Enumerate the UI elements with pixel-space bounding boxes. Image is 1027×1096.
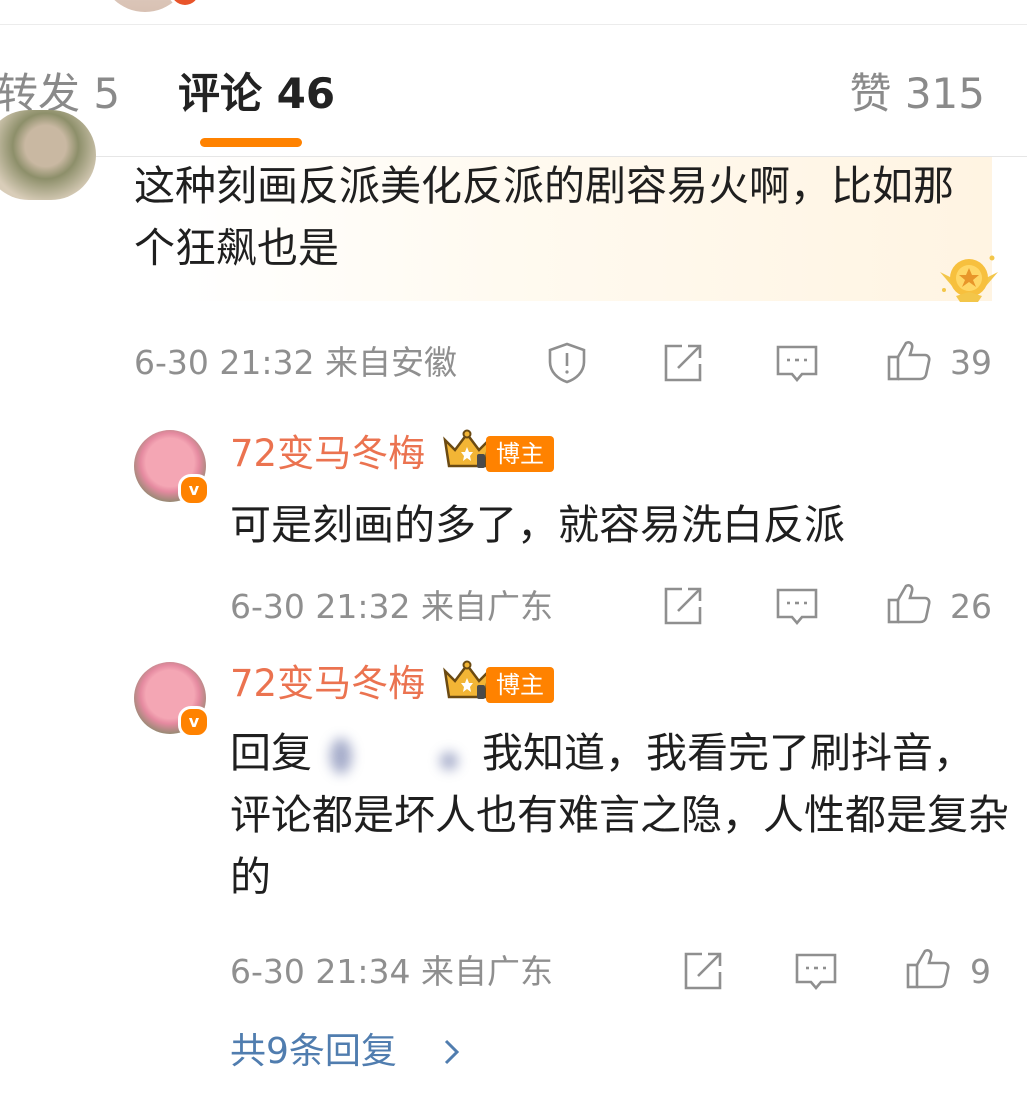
chevron-right-icon[interactable] (440, 1035, 464, 1069)
report-icon[interactable] (544, 340, 590, 386)
previous-post-badge (168, 0, 202, 8)
active-tab-indicator (200, 138, 302, 147)
reply-icon[interactable] (774, 340, 820, 386)
verified-badge: v (178, 706, 210, 738)
reply-icon[interactable] (793, 948, 839, 994)
medal-icon (940, 255, 998, 302)
like-count: 39 (950, 343, 992, 382)
comment-text: 这种刻画反派美化反派的剧容易火啊，比如那个狂飙也是 (134, 162, 954, 272)
reply-author-name[interactable]: 72变马冬梅 (230, 662, 425, 706)
reply-text: 回复 我知道，我看完了刷抖音，评论都是坏人也有难言之隐，人性都是复杂的 (230, 722, 1010, 908)
view-more-replies-link[interactable]: 共9条回复 (230, 1030, 397, 1074)
commenter-avatar[interactable] (0, 110, 96, 200)
reply-meta: 6-30 21:32 来自广东 (230, 587, 553, 626)
tab-like[interactable]: 赞 315 (849, 68, 985, 120)
share-icon[interactable] (660, 340, 706, 386)
like-icon[interactable] (886, 580, 932, 626)
tab-comment[interactable]: 评论 46 (178, 68, 335, 120)
comment-meta: 6-30 21:32 来自安徽 (134, 343, 457, 382)
share-icon[interactable] (680, 948, 726, 994)
reply-prefix: 回复 (230, 729, 312, 777)
like-count: 9 (970, 952, 991, 991)
divider (0, 24, 1027, 25)
author-tag: 博主 (486, 436, 554, 472)
blurred-username[interactable] (312, 736, 482, 776)
reply-text: 可是刻画的多了，就容易洗白反派 (230, 501, 845, 549)
verified-badge: v (178, 474, 210, 506)
author-tag: 博主 (486, 667, 554, 703)
reply-icon[interactable] (774, 583, 820, 629)
share-icon[interactable] (660, 583, 706, 629)
like-icon[interactable] (886, 337, 932, 383)
reply-author-name[interactable]: 72变马冬梅 (230, 432, 425, 476)
like-count: 26 (950, 587, 992, 626)
like-icon[interactable] (905, 945, 951, 991)
reply-meta: 6-30 21:34 来自广东 (230, 952, 553, 991)
